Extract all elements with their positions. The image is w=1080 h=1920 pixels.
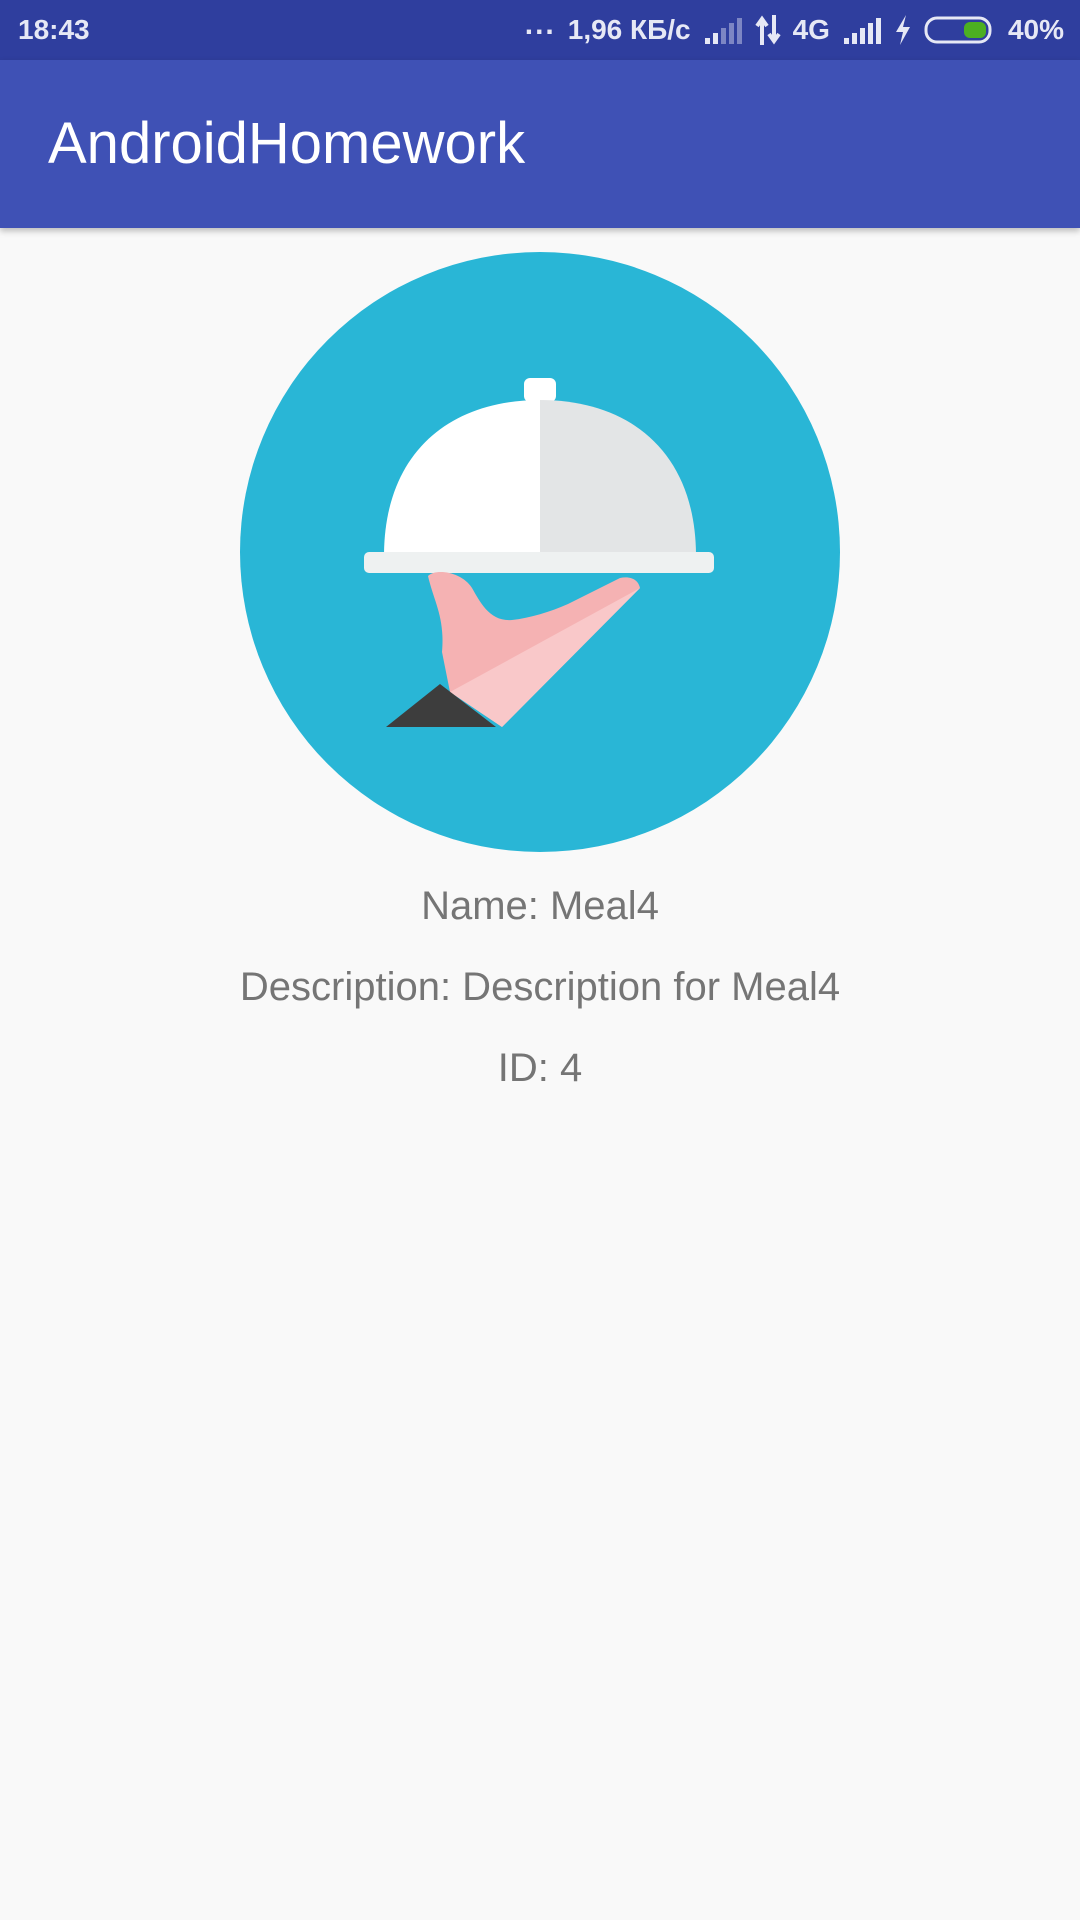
battery-percent: 40%: [1007, 14, 1064, 45]
serving-cloche-icon: [240, 252, 840, 852]
app-title: AndroidHomework: [48, 111, 526, 176]
meal-description: Description: Description for Meal4: [239, 965, 841, 1009]
app-bar: AndroidHomework: [0, 60, 1080, 228]
status-time: 18:43: [18, 14, 90, 45]
signal-full-icon: [842, 16, 882, 44]
meal-name: Name: Meal4: [421, 884, 659, 928]
meal-id: ID: 4: [497, 1046, 583, 1090]
status-bar: 18:43 ... 1,96 КБ/с 4G 40%: [0, 0, 1080, 60]
data-arrows-icon: [754, 15, 781, 45]
network-type: 4G: [792, 14, 830, 45]
battery-icon: [924, 15, 996, 45]
meal-image: [240, 252, 840, 852]
more-notifications-icon: ...: [524, 8, 556, 41]
signal-weak-icon: [703, 16, 743, 44]
charging-bolt-icon: [894, 15, 912, 45]
status-indicators: ... 1,96 КБ/с 4G 40%: [525, 0, 1064, 60]
meal-info: Name: Meal4 Description: Description for…: [0, 870, 1080, 1113]
network-speed: 1,96 КБ/с: [567, 14, 691, 45]
